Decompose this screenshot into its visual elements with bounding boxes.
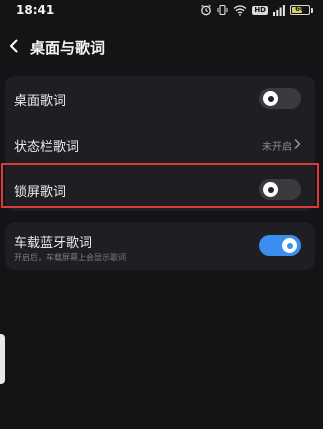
statusbar-lyrics-row[interactable]: 状态栏歌词 未开启 bbox=[5, 121, 315, 165]
statusbar-lyrics-value[interactable]: 未开启 bbox=[262, 138, 301, 153]
car-bluetooth-lyrics-toggle[interactable] bbox=[259, 235, 301, 256]
chevron-right-icon bbox=[294, 139, 301, 152]
toggle-knob bbox=[282, 238, 297, 253]
status-bar: 18:41 HD 60 bbox=[0, 0, 323, 22]
side-panel-handle[interactable] bbox=[0, 334, 5, 384]
desktop-lyrics-label: 桌面歌词 bbox=[14, 94, 67, 109]
vibrate-icon bbox=[217, 4, 228, 16]
desktop-lyrics-toggle[interactable] bbox=[259, 88, 301, 109]
statusbar-lyrics-label: 状态栏歌词 bbox=[14, 140, 80, 155]
toggle-knob bbox=[263, 91, 278, 106]
car-lyrics-card: 车载蓝牙歌词 开启后，车载屏幕上会显示歌词 bbox=[5, 222, 315, 270]
lockscreen-lyrics-toggle[interactable] bbox=[259, 179, 301, 200]
car-bluetooth-lyrics-row[interactable]: 车载蓝牙歌词 开启后，车载屏幕上会显示歌词 bbox=[5, 222, 315, 270]
alarm-icon bbox=[200, 4, 212, 16]
page-title: 桌面与歌词 bbox=[30, 38, 106, 57]
status-time: 18:41 bbox=[16, 3, 55, 17]
battery-tip bbox=[311, 7, 313, 13]
desktop-lyrics-row[interactable]: 桌面歌词 bbox=[5, 76, 315, 120]
lyrics-settings-card: 桌面歌词 状态栏歌词 未开启 锁屏歌词 bbox=[5, 76, 315, 211]
back-button[interactable] bbox=[2, 35, 26, 59]
battery-level: 60 bbox=[295, 5, 305, 13]
chevron-left-icon bbox=[8, 38, 20, 57]
status-icons: HD 60 bbox=[200, 3, 313, 17]
statusbar-lyrics-value-text: 未开启 bbox=[262, 142, 292, 153]
page-header: 桌面与歌词 bbox=[0, 30, 323, 64]
wifi-icon bbox=[233, 4, 247, 16]
car-bluetooth-lyrics-label: 车载蓝牙歌词 bbox=[14, 236, 93, 251]
lockscreen-lyrics-row[interactable]: 锁屏歌词 bbox=[5, 166, 315, 210]
lockscreen-lyrics-label: 锁屏歌词 bbox=[14, 185, 67, 200]
signal-icon bbox=[273, 4, 285, 16]
toggle-knob bbox=[263, 182, 278, 197]
car-bluetooth-lyrics-subtitle: 开启后，车载屏幕上会显示歌词 bbox=[14, 253, 126, 262]
battery-icon: 60 bbox=[290, 5, 310, 15]
network-badge: HD bbox=[252, 5, 268, 15]
